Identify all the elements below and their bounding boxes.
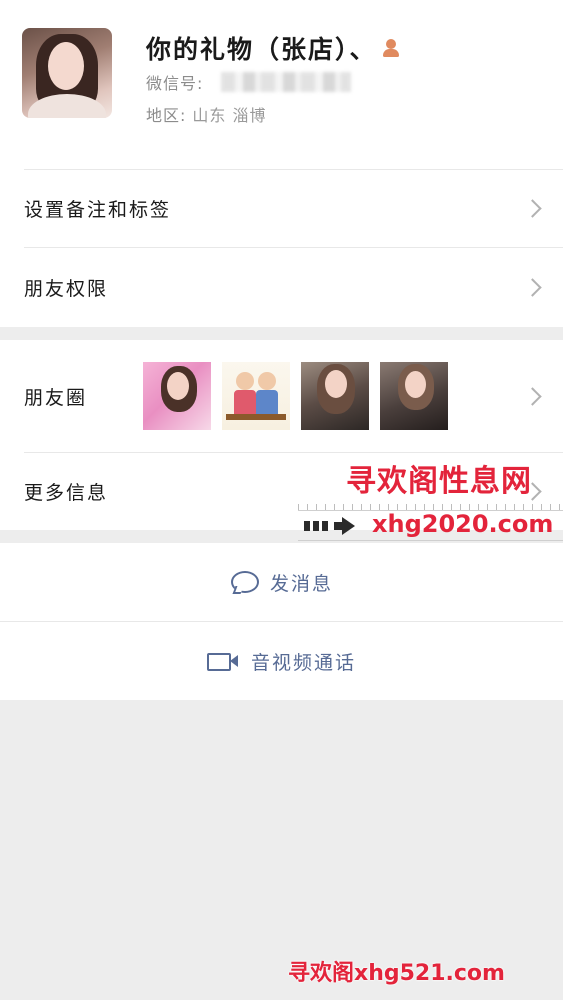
person-icon [381, 38, 401, 58]
friend-permissions-row[interactable]: 朋友权限 [0, 248, 563, 326]
chevron-right-icon [523, 277, 542, 297]
moments-photo [380, 362, 448, 430]
settings-section: 设置备注和标签 朋友权限 [0, 169, 563, 327]
video-camera-icon [206, 651, 239, 671]
send-message-label: 发消息 [269, 572, 333, 595]
profile-card: 你的礼物（张店）、 微信号: 地区: 山东 淄博 [0, 0, 563, 169]
chevron-right-icon [523, 198, 542, 218]
video-call-button[interactable]: 音视频通话 [0, 622, 563, 700]
remark-tags-row[interactable]: 设置备注和标签 [0, 169, 563, 247]
remark-tags-label: 设置备注和标签 [24, 198, 172, 221]
wechat-id-redacted [221, 72, 352, 92]
watermark-url: xhg2020.com [372, 510, 554, 538]
avatar-face [48, 42, 84, 90]
moments-photo [301, 362, 369, 430]
moments-photo [143, 362, 211, 430]
wechat-id-label: 微信号: [146, 74, 204, 93]
contact-name: 你的礼物（张店）、 [146, 35, 377, 64]
video-call-label: 音视频通话 [250, 651, 356, 674]
watermark-title: 寻欢阁性息网 [346, 464, 532, 499]
name-row: 你的礼物（张店）、 [146, 30, 401, 66]
moments-thumbnails [143, 362, 448, 430]
wechat-id-row: 微信号: [146, 70, 352, 94]
arrow-right-icon [304, 517, 356, 535]
more-info-label: 更多信息 [24, 481, 109, 504]
moments-row[interactable]: 朋友圈 [0, 340, 563, 452]
chevron-right-icon [523, 386, 542, 406]
region-label: 地区: [146, 106, 187, 125]
region-row: 地区: 山东 淄博 [146, 102, 267, 126]
actions-section: 发消息 音视频通话 [0, 543, 563, 700]
watermark-line [298, 540, 563, 541]
moments-photo [222, 362, 290, 430]
send-message-button[interactable]: 发消息 [0, 543, 563, 621]
moments-label: 朋友圈 [24, 386, 88, 409]
region-value: 山东 淄博 [192, 106, 267, 125]
chat-bubble-icon [230, 570, 259, 594]
friend-permissions-label: 朋友权限 [24, 277, 109, 300]
moments-section: 朋友圈 更多信息 [0, 340, 563, 530]
avatar[interactable] [22, 28, 112, 118]
footer-watermark: 寻欢阁xhg521.com [288, 961, 505, 986]
